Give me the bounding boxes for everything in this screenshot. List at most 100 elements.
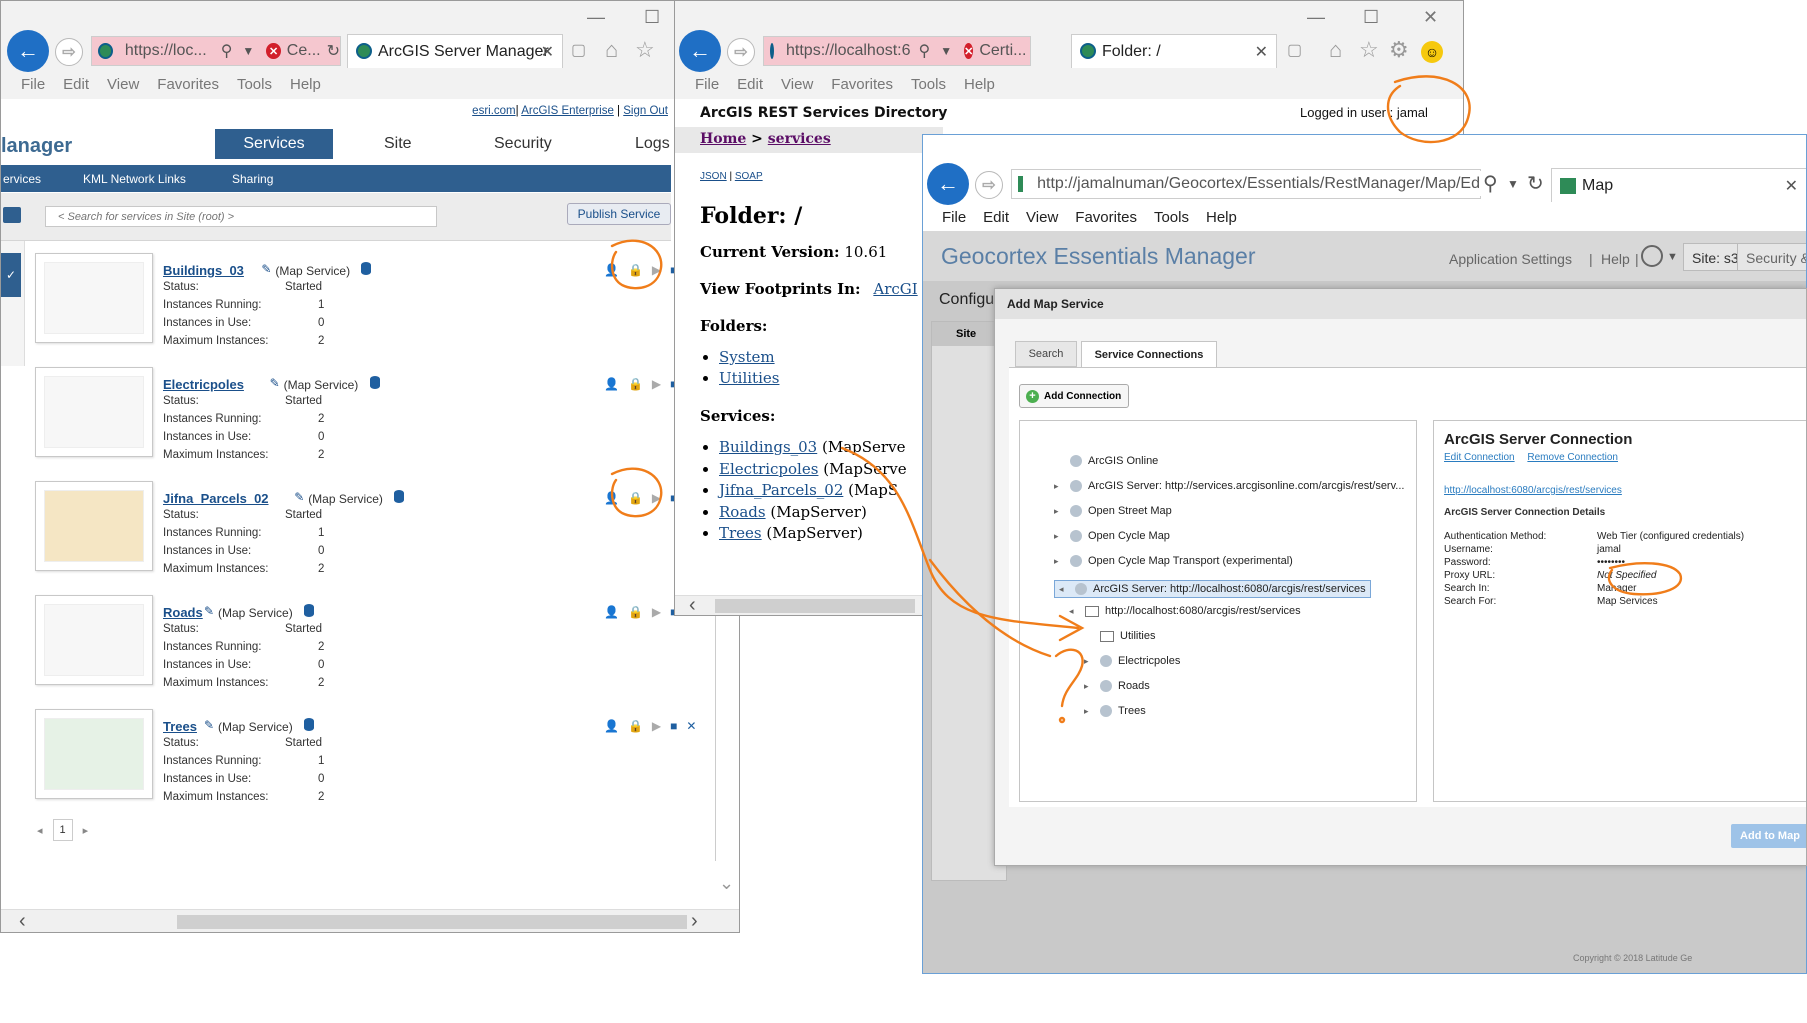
- footprints-link[interactable]: ArcGI: [873, 280, 917, 298]
- next-page-icon[interactable]: ▸: [83, 824, 89, 837]
- gear-icon[interactable]: ⚙: [1389, 39, 1409, 61]
- lock-icon[interactable]: 🔒: [628, 605, 643, 619]
- edit-pencil-icon[interactable]: ✎: [204, 718, 214, 732]
- nav-logs[interactable]: Logs: [635, 135, 670, 153]
- folder-link-system[interactable]: System: [719, 348, 775, 366]
- smiley-icon[interactable]: ☺: [1421, 41, 1443, 63]
- forward-button[interactable]: ⇨: [55, 38, 83, 66]
- search-input[interactable]: [45, 206, 437, 227]
- menu-help[interactable]: Help: [290, 76, 321, 93]
- certificate-error-icon[interactable]: ✕: [266, 43, 281, 59]
- service-link[interactable]: Jifna_Parcels_02: [719, 481, 843, 499]
- search-icon-3[interactable]: ⚲: [1479, 171, 1502, 196]
- breadcrumb-home[interactable]: Home: [700, 131, 746, 147]
- service-link[interactable]: Trees: [719, 524, 762, 542]
- menu-favorites-2[interactable]: Favorites: [831, 76, 893, 93]
- star-icon[interactable]: ☆: [635, 39, 655, 61]
- nav-security[interactable]: Security: [494, 135, 552, 153]
- menu-help-2[interactable]: Help: [964, 76, 995, 93]
- refresh-icon[interactable]: ↻: [327, 41, 340, 61]
- menu-favorites-3[interactable]: Favorites: [1075, 209, 1137, 226]
- add-to-map-button[interactable]: Add to Map: [1731, 824, 1806, 848]
- application-settings-link[interactable]: Application Settings: [1449, 251, 1572, 267]
- service-name-link[interactable]: Electricpoles: [163, 377, 244, 392]
- stop-icon[interactable]: ■: [670, 719, 677, 733]
- edit-pencil-icon[interactable]: ✎: [270, 376, 280, 390]
- tree-connection-node[interactable]: ArcGIS Online: [1054, 455, 1158, 467]
- menu-file[interactable]: File: [21, 76, 45, 93]
- star-icon-2[interactable]: ☆: [1359, 39, 1379, 61]
- help-link[interactable]: Help: [1601, 251, 1630, 267]
- service-name-link[interactable]: Trees: [163, 719, 197, 734]
- security-tab[interactable]: Security &: [1737, 243, 1806, 271]
- edit-pencil-icon[interactable]: ✎: [204, 604, 214, 618]
- tree-service-node[interactable]: ▸ Trees: [1084, 705, 1146, 717]
- publish-service-button[interactable]: Publish Service: [567, 203, 671, 225]
- close-tab-icon-2[interactable]: ✕: [1255, 42, 1268, 62]
- menu-view-2[interactable]: View: [781, 76, 813, 93]
- service-link[interactable]: Electricpoles: [719, 460, 818, 478]
- maximize-button[interactable]: ☐: [644, 7, 660, 28]
- scroll-thumb[interactable]: [177, 915, 687, 929]
- user-dropdown-icon[interactable]: ▼: [1667, 251, 1678, 263]
- expand-arrow-icon[interactable]: ▸: [1084, 706, 1094, 717]
- menu-help-3[interactable]: Help: [1206, 209, 1237, 226]
- lock-icon[interactable]: 🔒: [628, 377, 643, 391]
- subnav-kml[interactable]: KML Network Links: [83, 172, 186, 186]
- folder-icon[interactable]: [3, 207, 21, 223]
- back-button[interactable]: ←: [7, 30, 49, 72]
- back-button-2[interactable]: ←: [679, 30, 721, 72]
- subnav-services[interactable]: ervices: [3, 172, 41, 186]
- tree-connection-node[interactable]: ▸ ArcGIS Server: http://services.arcgison…: [1054, 480, 1404, 492]
- forward-button-2[interactable]: ⇨: [727, 38, 755, 66]
- tab-service-connections[interactable]: Service Connections: [1081, 341, 1217, 368]
- scroll-right-icon[interactable]: ›: [691, 910, 698, 932]
- nav-services[interactable]: Services: [215, 129, 333, 159]
- service-thumbnail[interactable]: [35, 367, 153, 457]
- menu-favorites[interactable]: Favorites: [157, 76, 219, 93]
- permissions-icon[interactable]: 👤: [604, 719, 619, 733]
- address-bar-3[interactable]: http://jamalnuman/Geocortex/Essentials/R…: [1011, 169, 1481, 199]
- service-link[interactable]: Buildings_03: [719, 438, 817, 456]
- menu-view-3[interactable]: View: [1026, 209, 1058, 226]
- refresh-icon-3[interactable]: ↻: [1527, 171, 1544, 196]
- sign-out-link[interactable]: Sign Out: [623, 105, 668, 117]
- tree-service-node[interactable]: ▸ Roads: [1084, 680, 1150, 692]
- service-thumbnail[interactable]: [35, 595, 153, 685]
- scroll-down-icon[interactable]: ⌄: [719, 873, 734, 894]
- tab-arcgis-server-manager[interactable]: ArcGIS Server Manager ✕: [347, 34, 563, 68]
- permissions-icon[interactable]: 👤: [604, 605, 619, 619]
- close-tab-icon[interactable]: ✕: [541, 42, 554, 62]
- service-link[interactable]: Roads: [719, 503, 766, 521]
- play-icon[interactable]: ▶: [652, 719, 661, 733]
- menu-tools-2[interactable]: Tools: [911, 76, 946, 93]
- esri-link[interactable]: esri.com: [472, 105, 515, 117]
- menu-edit[interactable]: Edit: [63, 76, 89, 93]
- breadcrumb-services[interactable]: services: [768, 131, 831, 147]
- permissions-icon[interactable]: 👤: [604, 377, 619, 391]
- tree-connection-node[interactable]: ▸ Open Cycle Map: [1054, 530, 1170, 542]
- edit-connection-link[interactable]: Edit Connection: [1444, 452, 1515, 463]
- service-name-link[interactable]: Roads: [163, 605, 203, 620]
- expand-arrow-icon[interactable]: ◂: [1059, 584, 1069, 595]
- tab-search[interactable]: Search: [1015, 341, 1077, 367]
- user-icon[interactable]: [1641, 245, 1663, 267]
- tab-map[interactable]: Map ✕: [1551, 168, 1806, 202]
- menu-edit-3[interactable]: Edit: [983, 209, 1009, 226]
- edit-pencil-icon[interactable]: ✎: [294, 490, 304, 504]
- tree-service-node[interactable]: Utilities: [1084, 630, 1155, 642]
- json-link[interactable]: JSON: [700, 171, 727, 182]
- new-tab-icon-2[interactable]: ▢: [1287, 43, 1302, 59]
- lock-icon[interactable]: 🔒: [628, 491, 643, 505]
- permissions-icon[interactable]: 👤: [604, 491, 619, 505]
- dropdown-icon[interactable]: ▼: [242, 44, 254, 58]
- tree-connection-node[interactable]: ▸ Open Cycle Map Transport (experimental): [1054, 555, 1293, 567]
- play-icon[interactable]: ▶: [652, 491, 661, 505]
- menu-view[interactable]: View: [107, 76, 139, 93]
- menu-edit-2[interactable]: Edit: [737, 76, 763, 93]
- folder-link-utilities[interactable]: Utilities: [719, 369, 779, 387]
- play-icon[interactable]: ▶: [652, 605, 661, 619]
- page-number[interactable]: 1: [52, 819, 73, 841]
- minimize-button-2[interactable]: —: [1307, 7, 1325, 28]
- soap-link[interactable]: SOAP: [735, 171, 763, 182]
